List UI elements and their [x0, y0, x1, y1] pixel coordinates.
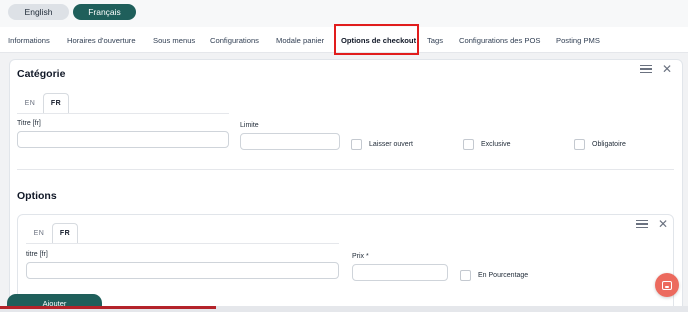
- keep-open-option[interactable]: Laisser ouvert: [351, 139, 413, 150]
- category-card-actions: ✕: [639, 63, 672, 75]
- category-card: ✕ Catégorie EN FR Titre [fr] Limite Lais…: [9, 59, 683, 312]
- tab-tags[interactable]: Tags: [427, 27, 443, 53]
- tab-cart-modal[interactable]: Modale panier: [276, 27, 324, 53]
- category-title: Catégorie: [17, 68, 66, 80]
- percentage-checkbox[interactable]: [460, 270, 471, 281]
- close-icon[interactable]: ✕: [658, 218, 668, 230]
- keep-open-label: Laisser ouvert: [369, 141, 413, 148]
- option-card: ✕ EN FR titre [fr] Prix * En Pourcentage: [17, 214, 674, 312]
- section-divider: [17, 169, 674, 170]
- bottom-progress-indicator: [0, 306, 216, 309]
- option-language-tabs: EN FR: [26, 223, 78, 243]
- option-title-label: titre [fr]: [26, 251, 48, 258]
- option-lang-tab-en[interactable]: EN: [26, 223, 52, 243]
- exclusive-option[interactable]: Exclusive: [463, 139, 511, 150]
- option-lang-tab-fr[interactable]: FR: [52, 223, 78, 243]
- keep-open-checkbox[interactable]: [351, 139, 362, 150]
- category-lang-divider: [17, 113, 229, 114]
- chat-icon: [662, 280, 672, 290]
- mandatory-checkbox[interactable]: [574, 139, 585, 150]
- chat-button[interactable]: [655, 273, 679, 297]
- mandatory-option[interactable]: Obligatoire: [574, 139, 626, 150]
- percentage-label: En Pourcentage: [478, 272, 529, 279]
- tab-pos-configurations[interactable]: Configurations des POS: [459, 27, 540, 53]
- options-title: Options: [17, 190, 57, 202]
- tab-posting-pms[interactable]: Posting PMS: [556, 27, 600, 53]
- option-title-input[interactable]: [26, 262, 339, 279]
- language-bar: English Français: [0, 0, 688, 27]
- menu-icon[interactable]: [635, 219, 648, 229]
- exclusive-label: Exclusive: [481, 141, 511, 148]
- option-card-actions: ✕: [635, 218, 668, 230]
- tab-bar: Informations Horaires d'ouverture Sous m…: [0, 27, 688, 53]
- menu-icon[interactable]: [639, 64, 652, 74]
- mandatory-label: Obligatoire: [592, 141, 626, 148]
- tab-sub-menus[interactable]: Sous menus: [153, 27, 195, 53]
- price-label: Prix *: [352, 253, 369, 260]
- tab-opening-hours[interactable]: Horaires d'ouverture: [67, 27, 136, 53]
- price-input[interactable]: [352, 264, 448, 281]
- exclusive-checkbox[interactable]: [463, 139, 474, 150]
- english-button[interactable]: English: [8, 4, 69, 20]
- tab-configurations[interactable]: Configurations: [210, 27, 259, 53]
- tab-checkout-options[interactable]: Options de checkout: [341, 27, 416, 53]
- close-icon[interactable]: ✕: [662, 63, 672, 75]
- percentage-option[interactable]: En Pourcentage: [460, 270, 528, 281]
- category-title-label: Titre [fr]: [17, 120, 41, 127]
- option-lang-divider: [26, 243, 339, 244]
- french-button[interactable]: Français: [73, 4, 136, 20]
- category-lang-tab-fr[interactable]: FR: [43, 93, 69, 113]
- tab-informations[interactable]: Informations: [8, 27, 50, 53]
- category-language-tabs: EN FR: [17, 93, 69, 113]
- category-lang-tab-en[interactable]: EN: [17, 93, 43, 113]
- category-title-input[interactable]: [17, 131, 229, 148]
- limit-label: Limite: [240, 122, 259, 129]
- limit-input[interactable]: [240, 133, 340, 150]
